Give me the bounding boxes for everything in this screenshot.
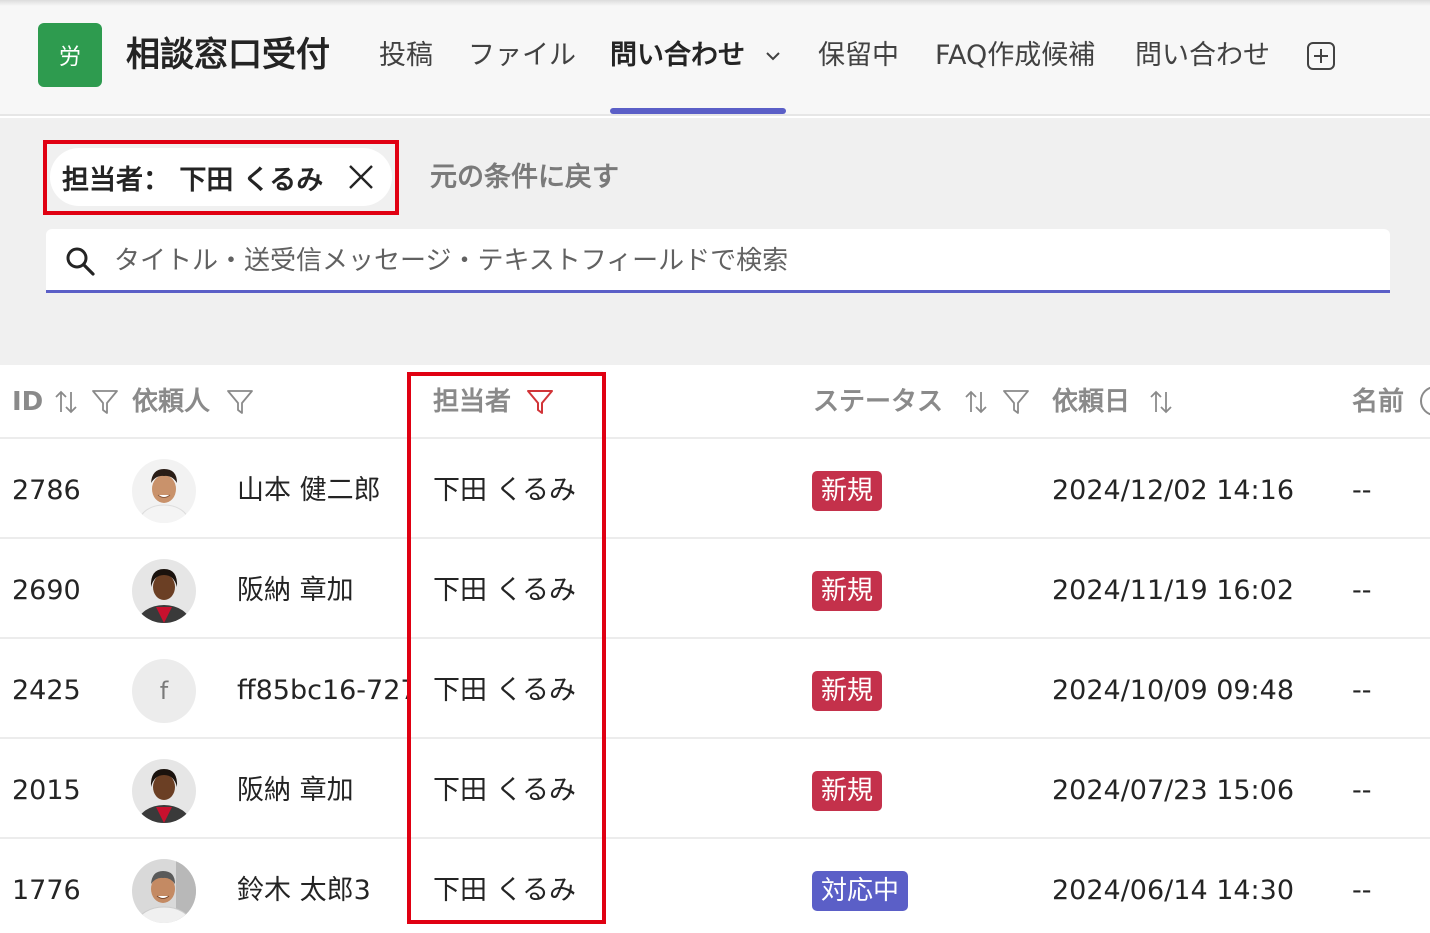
cell-name: -- bbox=[1352, 675, 1372, 706]
avatar bbox=[132, 759, 196, 823]
filter-icon[interactable] bbox=[1002, 388, 1030, 416]
highlight-box-chip bbox=[43, 140, 399, 215]
sort-icon[interactable] bbox=[52, 388, 80, 416]
row-divider bbox=[0, 537, 1430, 539]
tab-inquiries-2[interactable]: 問い合わせ bbox=[1135, 34, 1270, 78]
cell-name: -- bbox=[1352, 775, 1372, 806]
status-badge: 対応中 bbox=[812, 871, 909, 911]
search-icon bbox=[66, 247, 95, 276]
app-header: 労 相談窓口受付 投稿 ファイル 問い合わせ 保留中 FAQ作成候補 問い合わせ bbox=[0, 0, 1430, 116]
avatar: f bbox=[132, 659, 196, 723]
tab-faq-candidates[interactable]: FAQ作成候補 bbox=[935, 34, 1095, 78]
cell-name: -- bbox=[1352, 475, 1372, 506]
sort-icon[interactable] bbox=[1147, 388, 1175, 416]
cell-requester: 阪納 章加 bbox=[237, 575, 354, 606]
column-header-requester[interactable]: 依頼人 bbox=[132, 384, 210, 420]
cell-id: 2786 bbox=[12, 475, 81, 506]
avatar bbox=[132, 859, 196, 923]
cell-id: 2015 bbox=[12, 775, 81, 806]
status-badge: 新規 bbox=[812, 671, 883, 711]
cell-id: 2690 bbox=[12, 575, 81, 606]
avatar bbox=[132, 459, 196, 523]
cell-name: -- bbox=[1352, 575, 1372, 606]
column-header-id[interactable]: ID bbox=[12, 384, 43, 420]
active-tab-indicator bbox=[610, 108, 786, 114]
cell-requester: ff85bc16-7270- bbox=[237, 675, 407, 706]
tab-posts[interactable]: 投稿 bbox=[379, 34, 433, 78]
cell-request-date: 2024/06/14 14:30 bbox=[1052, 875, 1295, 906]
row-divider bbox=[0, 737, 1430, 739]
cell-request-date: 2024/12/02 14:16 bbox=[1052, 475, 1295, 506]
cell-request-date: 2024/11/19 16:02 bbox=[1052, 575, 1295, 606]
cell-requester: 鈴木 太郎3 bbox=[237, 875, 371, 906]
add-tab-icon[interactable] bbox=[1306, 41, 1336, 71]
cell-name: -- bbox=[1352, 875, 1372, 906]
app-icon[interactable]: 労 bbox=[38, 23, 102, 87]
row-divider bbox=[0, 637, 1430, 639]
cell-requester: 山本 健二郎 bbox=[237, 475, 381, 506]
status-badge: 新規 bbox=[812, 471, 883, 511]
tab-files[interactable]: ファイル bbox=[468, 34, 576, 78]
avatar bbox=[132, 559, 196, 623]
tab-pending[interactable]: 保留中 bbox=[818, 34, 899, 78]
filter-icon[interactable] bbox=[91, 388, 119, 416]
search-box[interactable] bbox=[46, 229, 1390, 293]
chevron-down-icon[interactable] bbox=[764, 47, 782, 65]
app-title: 相談窓口受付 bbox=[126, 35, 330, 75]
column-header-name[interactable]: 名前 bbox=[1352, 384, 1404, 420]
row-divider bbox=[0, 837, 1430, 839]
reset-filter-link[interactable]: 元の条件に戻す bbox=[430, 158, 619, 198]
table-header-divider bbox=[0, 437, 1430, 439]
cell-request-date: 2024/10/09 09:48 bbox=[1052, 675, 1295, 706]
filter-icon[interactable] bbox=[226, 388, 254, 416]
column-menu-icon[interactable] bbox=[1420, 386, 1430, 416]
cell-id: 2425 bbox=[12, 675, 81, 706]
status-badge: 新規 bbox=[812, 771, 883, 811]
search-input[interactable] bbox=[114, 239, 1374, 283]
column-header-status[interactable]: ステータス bbox=[813, 384, 943, 420]
column-header-request-date[interactable]: 依頼日 bbox=[1052, 384, 1130, 420]
status-badge: 新規 bbox=[812, 571, 883, 611]
sort-icon[interactable] bbox=[962, 388, 990, 416]
cell-requester: 阪納 章加 bbox=[237, 775, 354, 806]
highlight-box-assignee-column bbox=[407, 372, 606, 924]
cell-request-date: 2024/07/23 15:06 bbox=[1052, 775, 1295, 806]
top-shade bbox=[0, 0, 1430, 6]
cell-id: 1776 bbox=[12, 875, 81, 906]
tab-inquiries[interactable]: 問い合わせ bbox=[610, 34, 745, 78]
